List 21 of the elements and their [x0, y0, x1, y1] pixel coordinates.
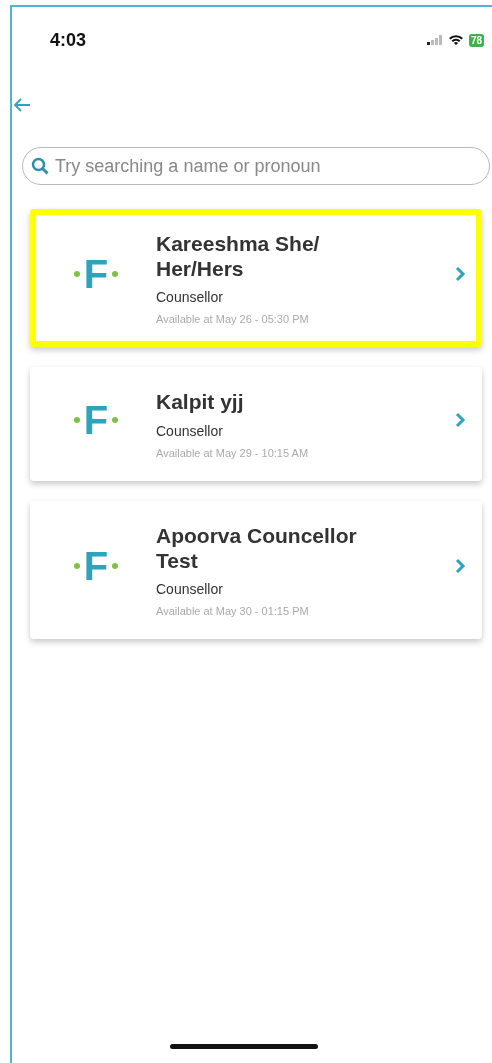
counsellor-name: Apoorva Councellor Test: [156, 522, 358, 573]
status-time: 4:03: [50, 29, 87, 51]
availability-text: Available at May 29 - 10:15 AM: [156, 446, 310, 459]
battery-level: 78: [468, 33, 484, 47]
wifi-icon: [447, 34, 464, 46]
counsellor-card[interactable]: F Kalpit yjj Counsellor Available at May 29 - 10:15 AM: [30, 367, 482, 481]
counsellor-name: Kareeshma She/ Her/Hers: [156, 231, 321, 282]
chevron-right-icon: [454, 411, 466, 428]
availability-text: Available at May 30 - 01:15 PM: [156, 604, 310, 617]
counsellor-role: Counsellor: [156, 580, 224, 597]
counsellor-card[interactable]: F Apoorva Councellor Test Counsellor Available at May 30 - 01:15 PM: [30, 500, 482, 639]
chevron-right-icon: [454, 266, 466, 283]
signal-icon: [426, 35, 443, 45]
counsellor-name: Kalpit yjj: [156, 389, 245, 415]
counsellor-role: Counsellor: [156, 289, 224, 306]
chevron-right-icon: [454, 557, 466, 574]
counsellor-role: Counsellor: [156, 422, 224, 439]
search-field[interactable]: Try searching a name or pronoun: [22, 147, 490, 185]
availability-text: Available at May 26 - 05:30 PM: [156, 313, 310, 326]
search-icon: [31, 157, 49, 175]
counsellor-card[interactable]: F Kareeshma She/ Her/Hers Counsellor Available at May 26 - 05:30 PM: [30, 209, 482, 348]
